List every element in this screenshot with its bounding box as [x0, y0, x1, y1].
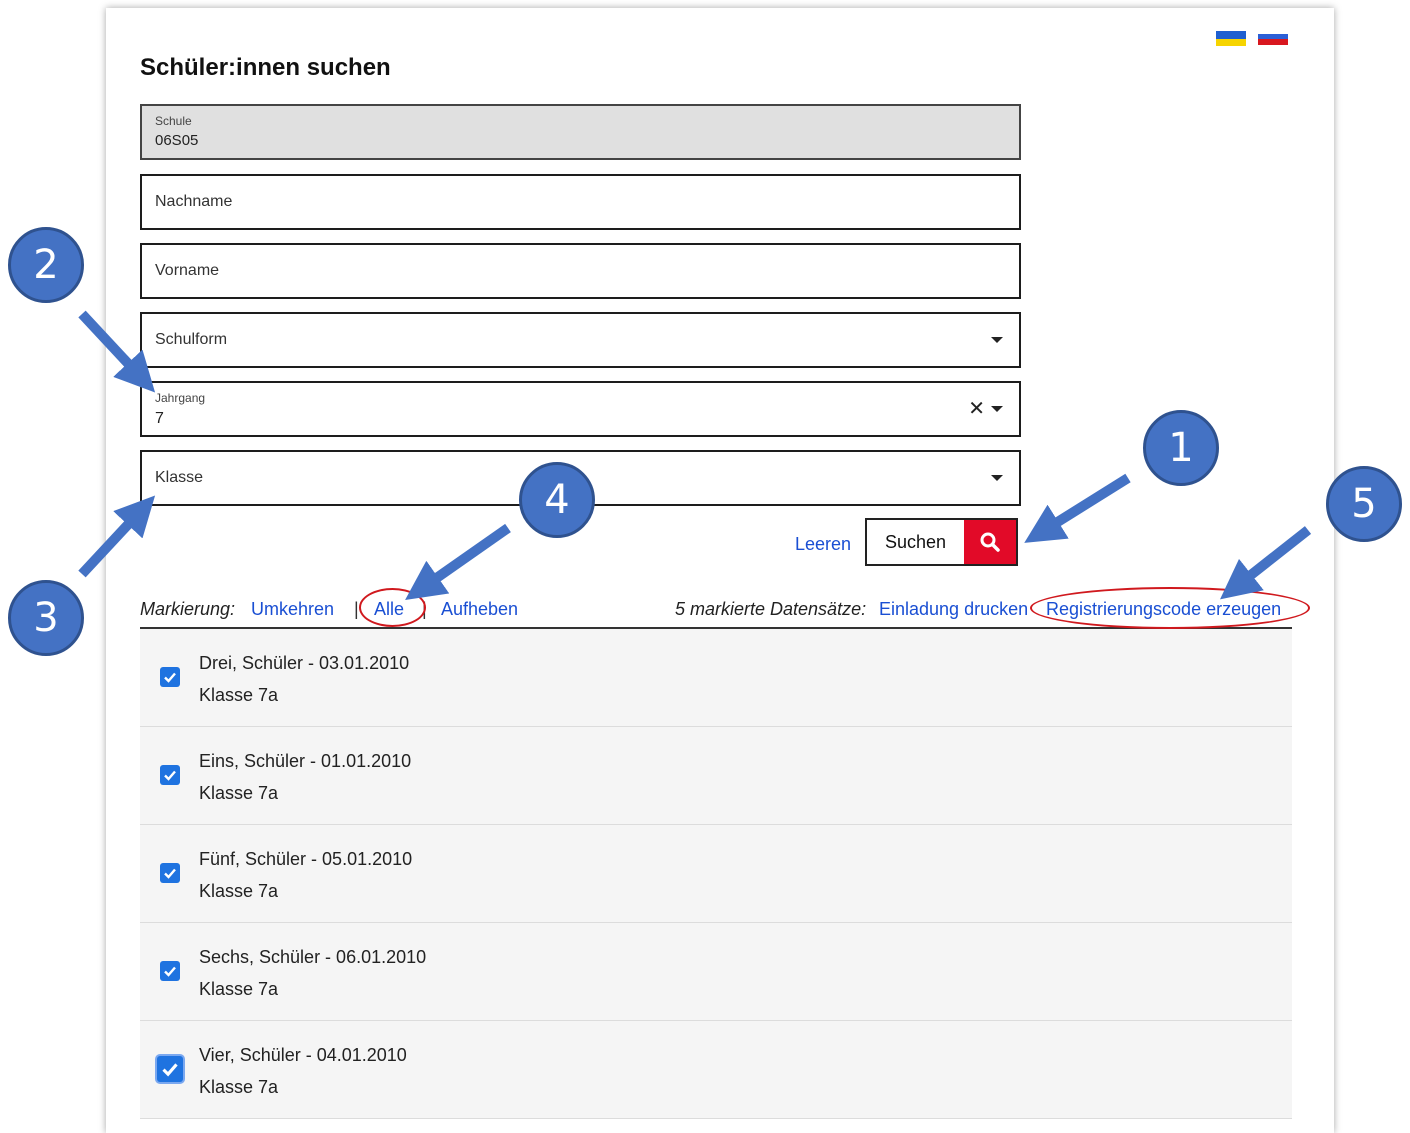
highlight-ellipse [359, 588, 426, 627]
flag-ru-icon[interactable] [1258, 31, 1288, 46]
nachname-input[interactable]: Nachname [140, 174, 1021, 230]
annotation-badge-3: 3 [8, 580, 84, 656]
schulform-select[interactable]: Schulform [140, 312, 1021, 368]
jahrgang-label: Jahrgang [155, 391, 206, 405]
chevron-down-icon[interactable] [991, 406, 1003, 412]
checkbox-checked[interactable] [157, 1056, 183, 1082]
annotation-badge-2: 2 [8, 227, 84, 303]
deselect-link[interactable]: Aufheben [441, 599, 518, 620]
list-item[interactable]: Eins, Schüler - 01.01.2010 Klasse 7a [140, 727, 1292, 825]
list-item[interactable]: Vier, Schüler - 04.01.2010 Klasse 7a [140, 1021, 1292, 1119]
list-item[interactable]: Drei, Schüler - 03.01.2010 Klasse 7a [140, 629, 1292, 727]
student-class: Klasse 7a [199, 1077, 279, 1097]
list-item[interactable]: Fünf, Schüler - 05.01.2010 Klasse 7a [140, 825, 1292, 923]
chevron-down-icon[interactable] [991, 337, 1003, 343]
schule-value: 06S05 [155, 132, 199, 149]
student-class: Klasse 7a [199, 881, 279, 901]
page-title: Schüler:innen suchen [140, 54, 391, 81]
student-name: Eins, Schüler - 01.01.2010 [199, 751, 412, 771]
checkbox-checked[interactable] [160, 863, 180, 883]
student-class: Klasse 7a [199, 685, 279, 705]
annotation-badge-4: 4 [519, 462, 595, 538]
clear-icon[interactable]: ✕ [968, 396, 985, 421]
highlight-ellipse [1030, 587, 1310, 629]
student-class: Klasse 7a [199, 783, 279, 803]
schule-field: Schule 06S05 [140, 104, 1021, 160]
nachname-placeholder: Nachname [155, 193, 233, 210]
schulform-placeholder: Schulform [155, 331, 228, 348]
invert-selection-link[interactable]: Umkehren [251, 599, 334, 620]
student-name: Sechs, Schüler - 06.01.2010 [199, 947, 427, 967]
marking-label: Markierung: [140, 599, 236, 619]
search-icon [964, 520, 1016, 564]
chevron-down-icon[interactable] [991, 475, 1003, 481]
student-list: Drei, Schüler - 03.01.2010 Klasse 7a Ein… [140, 629, 1292, 1119]
student-name: Fünf, Schüler - 05.01.2010 [199, 849, 413, 869]
checkbox-checked[interactable] [160, 765, 180, 785]
klasse-placeholder: Klasse [155, 469, 204, 486]
checkbox-checked[interactable] [160, 667, 180, 687]
annotation-badge-5: 5 [1326, 466, 1402, 542]
selected-count-label: 5 markierte Datensätze: [675, 599, 867, 619]
clear-button[interactable]: Leeren [795, 534, 851, 555]
search-button-label: Suchen [884, 531, 947, 552]
vorname-input[interactable]: Vorname [140, 243, 1021, 299]
jahrgang-select[interactable]: Jahrgang 7 ✕ [140, 381, 1021, 437]
student-name: Vier, Schüler - 04.01.2010 [199, 1045, 407, 1065]
separator: | [354, 599, 359, 619]
schule-label: Schule [155, 114, 192, 128]
print-invitation-link[interactable]: Einladung drucken [879, 599, 1028, 620]
vorname-placeholder: Vorname [155, 262, 220, 279]
student-class: Klasse 7a [199, 979, 279, 999]
list-item[interactable]: Sechs, Schüler - 06.01.2010 Klasse 7a [140, 923, 1292, 1021]
annotation-badge-1: 1 [1143, 410, 1219, 486]
checkbox-checked[interactable] [160, 961, 180, 981]
search-button[interactable]: Suchen [865, 518, 1018, 566]
student-name: Drei, Schüler - 03.01.2010 [199, 653, 410, 673]
flag-ua-icon[interactable] [1216, 31, 1246, 46]
jahrgang-value: 7 [155, 410, 164, 427]
